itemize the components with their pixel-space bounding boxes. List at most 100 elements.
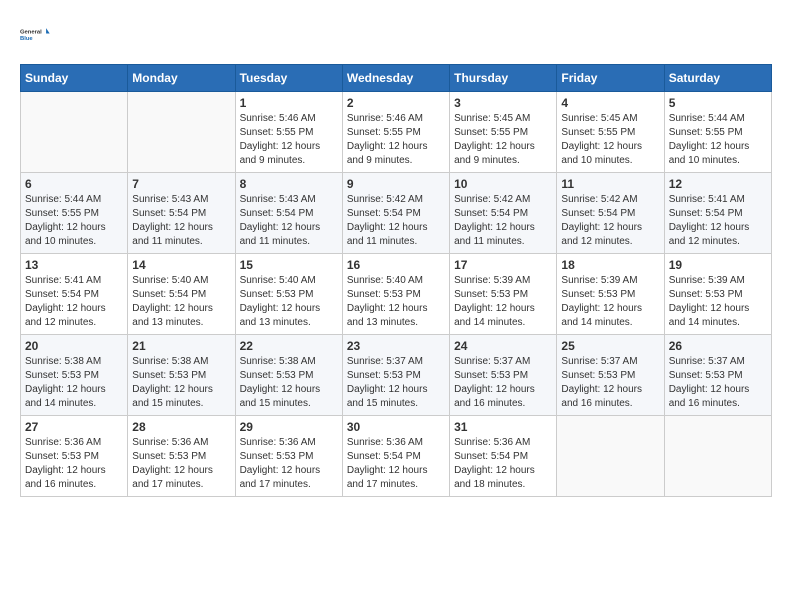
- calendar-cell: 16 Sunrise: 5:40 AM Sunset: 5:53 PM Dayli…: [342, 254, 449, 335]
- calendar-cell: 5 Sunrise: 5:44 AM Sunset: 5:55 PM Daylig…: [664, 92, 771, 173]
- day-info: Sunrise: 5:39 AM Sunset: 5:53 PM Dayligh…: [669, 274, 767, 330]
- day-info: Sunrise: 5:38 AM Sunset: 5:53 PM Dayligh…: [25, 355, 123, 411]
- calendar-cell: 17 Sunrise: 5:39 AM Sunset: 5:53 PM Dayli…: [450, 254, 557, 335]
- day-info: Sunrise: 5:36 AM Sunset: 5:53 PM Dayligh…: [132, 436, 230, 492]
- day-number: 2: [347, 96, 445, 110]
- day-info: Sunrise: 5:46 AM Sunset: 5:55 PM Dayligh…: [347, 112, 445, 168]
- day-info: Sunrise: 5:43 AM Sunset: 5:54 PM Dayligh…: [240, 193, 338, 249]
- weekday-friday: Friday: [557, 65, 664, 92]
- day-info: Sunrise: 5:40 AM Sunset: 5:53 PM Dayligh…: [240, 274, 338, 330]
- day-info: Sunrise: 5:41 AM Sunset: 5:54 PM Dayligh…: [669, 193, 767, 249]
- day-info: Sunrise: 5:36 AM Sunset: 5:54 PM Dayligh…: [347, 436, 445, 492]
- calendar-cell: [21, 92, 128, 173]
- calendar-cell: 26 Sunrise: 5:37 AM Sunset: 5:53 PM Dayli…: [664, 335, 771, 416]
- day-number: 9: [347, 177, 445, 191]
- day-info: Sunrise: 5:42 AM Sunset: 5:54 PM Dayligh…: [561, 193, 659, 249]
- calendar-cell: [128, 92, 235, 173]
- calendar-cell: 14 Sunrise: 5:40 AM Sunset: 5:54 PM Dayli…: [128, 254, 235, 335]
- day-number: 11: [561, 177, 659, 191]
- calendar-cell: 19 Sunrise: 5:39 AM Sunset: 5:53 PM Dayli…: [664, 254, 771, 335]
- calendar-cell: 1Sunrise: 5:46 AM Sunset: 5:55 PM Daylig…: [235, 92, 342, 173]
- weekday-saturday: Saturday: [664, 65, 771, 92]
- day-number: 19: [669, 258, 767, 272]
- calendar-cell: 12 Sunrise: 5:41 AM Sunset: 5:54 PM Dayli…: [664, 173, 771, 254]
- calendar-cell: [664, 416, 771, 497]
- calendar-header: SundayMondayTuesdayWednesdayThursdayFrid…: [21, 65, 772, 92]
- day-number: 17: [454, 258, 552, 272]
- calendar-body: 1Sunrise: 5:46 AM Sunset: 5:55 PM Daylig…: [21, 92, 772, 497]
- weekday-wednesday: Wednesday: [342, 65, 449, 92]
- calendar-cell: 2 Sunrise: 5:46 AM Sunset: 5:55 PM Daylig…: [342, 92, 449, 173]
- day-info: Sunrise: 5:36 AM Sunset: 5:54 PM Dayligh…: [454, 436, 552, 492]
- calendar-cell: 23 Sunrise: 5:37 AM Sunset: 5:53 PM Dayli…: [342, 335, 449, 416]
- logo: GeneralBlue: [20, 20, 56, 48]
- day-info: Sunrise: 5:40 AM Sunset: 5:54 PM Dayligh…: [132, 274, 230, 330]
- day-number: 18: [561, 258, 659, 272]
- day-number: 21: [132, 339, 230, 353]
- day-number: 25: [561, 339, 659, 353]
- calendar-week-5: 27 Sunrise: 5:36 AM Sunset: 5:53 PM Dayli…: [21, 416, 772, 497]
- calendar-week-3: 13Sunrise: 5:41 AM Sunset: 5:54 PM Dayli…: [21, 254, 772, 335]
- calendar-week-1: 1Sunrise: 5:46 AM Sunset: 5:55 PM Daylig…: [21, 92, 772, 173]
- day-info: Sunrise: 5:38 AM Sunset: 5:53 PM Dayligh…: [132, 355, 230, 411]
- day-info: Sunrise: 5:42 AM Sunset: 5:54 PM Dayligh…: [347, 193, 445, 249]
- calendar-table: SundayMondayTuesdayWednesdayThursdayFrid…: [20, 64, 772, 497]
- calendar-cell: 29 Sunrise: 5:36 AM Sunset: 5:53 PM Dayli…: [235, 416, 342, 497]
- page-header: GeneralBlue: [20, 20, 772, 48]
- day-number: 24: [454, 339, 552, 353]
- day-number: 6: [25, 177, 123, 191]
- day-info: Sunrise: 5:41 AM Sunset: 5:54 PM Dayligh…: [25, 274, 123, 330]
- day-number: 27: [25, 420, 123, 434]
- weekday-monday: Monday: [128, 65, 235, 92]
- calendar-cell: 15 Sunrise: 5:40 AM Sunset: 5:53 PM Dayli…: [235, 254, 342, 335]
- day-number: 12: [669, 177, 767, 191]
- calendar-cell: 30 Sunrise: 5:36 AM Sunset: 5:54 PM Dayli…: [342, 416, 449, 497]
- calendar-cell: 28Sunrise: 5:36 AM Sunset: 5:53 PM Dayli…: [128, 416, 235, 497]
- day-info: Sunrise: 5:37 AM Sunset: 5:53 PM Dayligh…: [454, 355, 552, 411]
- day-info: Sunrise: 5:45 AM Sunset: 5:55 PM Dayligh…: [454, 112, 552, 168]
- calendar-cell: 10Sunrise: 5:42 AM Sunset: 5:54 PM Dayli…: [450, 173, 557, 254]
- day-info: Sunrise: 5:37 AM Sunset: 5:53 PM Dayligh…: [669, 355, 767, 411]
- day-info: Sunrise: 5:43 AM Sunset: 5:54 PM Dayligh…: [132, 193, 230, 249]
- day-number: 26: [669, 339, 767, 353]
- calendar-cell: 31Sunrise: 5:36 AM Sunset: 5:54 PM Dayli…: [450, 416, 557, 497]
- svg-text:Blue: Blue: [20, 36, 33, 42]
- calendar-cell: 13Sunrise: 5:41 AM Sunset: 5:54 PM Dayli…: [21, 254, 128, 335]
- day-number: 8: [240, 177, 338, 191]
- day-info: Sunrise: 5:44 AM Sunset: 5:55 PM Dayligh…: [669, 112, 767, 168]
- weekday-sunday: Sunday: [21, 65, 128, 92]
- day-info: Sunrise: 5:36 AM Sunset: 5:53 PM Dayligh…: [240, 436, 338, 492]
- day-number: 5: [669, 96, 767, 110]
- weekday-thursday: Thursday: [450, 65, 557, 92]
- weekday-header-row: SundayMondayTuesdayWednesdayThursdayFrid…: [21, 65, 772, 92]
- calendar-cell: 7Sunrise: 5:43 AM Sunset: 5:54 PM Daylig…: [128, 173, 235, 254]
- calendar-week-4: 20 Sunrise: 5:38 AM Sunset: 5:53 PM Dayli…: [21, 335, 772, 416]
- day-number: 14: [132, 258, 230, 272]
- day-info: Sunrise: 5:38 AM Sunset: 5:53 PM Dayligh…: [240, 355, 338, 411]
- day-info: Sunrise: 5:37 AM Sunset: 5:53 PM Dayligh…: [347, 355, 445, 411]
- day-number: 20: [25, 339, 123, 353]
- day-number: 23: [347, 339, 445, 353]
- calendar-cell: 4Sunrise: 5:45 AM Sunset: 5:55 PM Daylig…: [557, 92, 664, 173]
- day-number: 4: [561, 96, 659, 110]
- calendar-cell: 20 Sunrise: 5:38 AM Sunset: 5:53 PM Dayli…: [21, 335, 128, 416]
- day-info: Sunrise: 5:36 AM Sunset: 5:53 PM Dayligh…: [25, 436, 123, 492]
- calendar-cell: 22 Sunrise: 5:38 AM Sunset: 5:53 PM Dayli…: [235, 335, 342, 416]
- day-info: Sunrise: 5:39 AM Sunset: 5:53 PM Dayligh…: [454, 274, 552, 330]
- day-number: 16: [347, 258, 445, 272]
- calendar-cell: 11 Sunrise: 5:42 AM Sunset: 5:54 PM Dayli…: [557, 173, 664, 254]
- day-info: Sunrise: 5:42 AM Sunset: 5:54 PM Dayligh…: [454, 193, 552, 249]
- day-info: Sunrise: 5:39 AM Sunset: 5:53 PM Dayligh…: [561, 274, 659, 330]
- day-info: Sunrise: 5:37 AM Sunset: 5:53 PM Dayligh…: [561, 355, 659, 411]
- calendar-cell: 6Sunrise: 5:44 AM Sunset: 5:55 PM Daylig…: [21, 173, 128, 254]
- day-info: Sunrise: 5:46 AM Sunset: 5:55 PM Dayligh…: [240, 112, 338, 168]
- calendar-cell: 18 Sunrise: 5:39 AM Sunset: 5:53 PM Dayli…: [557, 254, 664, 335]
- day-number: 22: [240, 339, 338, 353]
- day-info: Sunrise: 5:40 AM Sunset: 5:53 PM Dayligh…: [347, 274, 445, 330]
- calendar-cell: 24 Sunrise: 5:37 AM Sunset: 5:53 PM Dayli…: [450, 335, 557, 416]
- day-number: 15: [240, 258, 338, 272]
- calendar-cell: 8 Sunrise: 5:43 AM Sunset: 5:54 PM Daylig…: [235, 173, 342, 254]
- calendar-week-2: 6Sunrise: 5:44 AM Sunset: 5:55 PM Daylig…: [21, 173, 772, 254]
- day-number: 30: [347, 420, 445, 434]
- day-number: 29: [240, 420, 338, 434]
